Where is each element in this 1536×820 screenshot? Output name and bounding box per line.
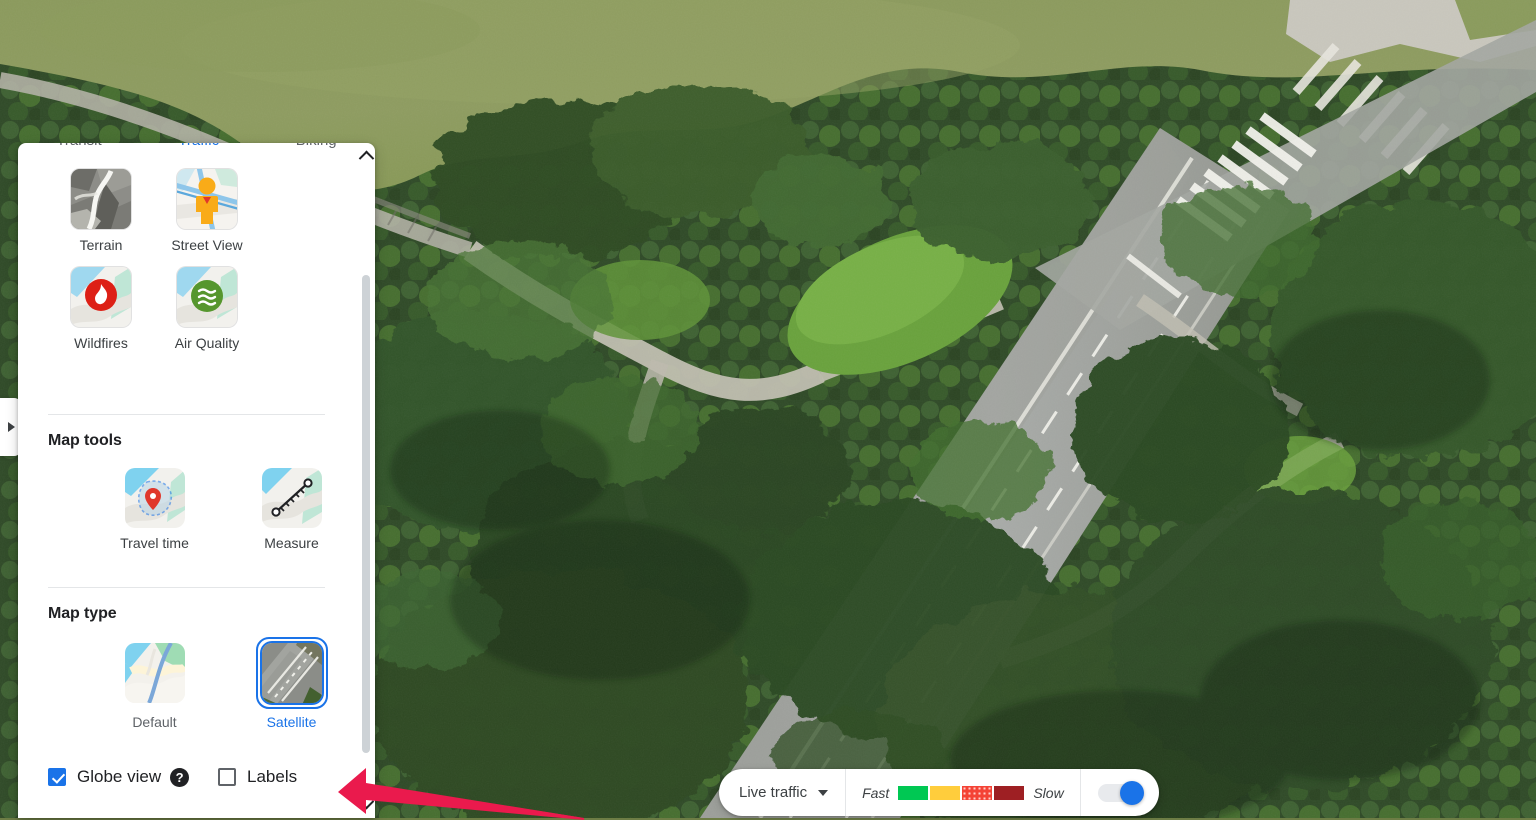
travel-time-icon [124,468,185,528]
air-quality-icon [176,266,238,328]
live-traffic-label: Live traffic [739,784,808,801]
traffic-speed-scale: Fast Slow [846,769,1080,816]
layer-item-air-quality[interactable]: Air Quality [154,266,260,352]
divider-map-type [48,587,325,588]
measure-icon [261,468,322,528]
swatch-moderate [930,785,961,800]
chevron-down-icon [358,793,374,809]
layer-item-wildfires[interactable]: Wildfires [48,266,154,352]
traffic-color-swatches [898,785,1025,800]
map-type-label-satellite: Satellite [266,714,317,730]
swatch-very-slow [994,785,1025,800]
scrollbar-thumb[interactable] [362,275,370,753]
default-map-icon [124,643,185,703]
layer-label-terrain: Terrain [79,237,123,253]
chevron-down-icon [818,789,829,796]
traffic-toggle[interactable] [1081,769,1159,816]
map-type-satellite[interactable]: Satellite [223,637,360,731]
map-tool-travel-time[interactable]: Travel time [86,468,223,552]
layer-item-terrain[interactable]: Terrain [48,168,154,254]
panel-scrollbar[interactable] [358,143,374,818]
help-icon[interactable]: ? [170,767,190,787]
section-title-map-tools: Map tools [48,432,122,449]
map-tool-measure[interactable]: Measure [223,468,360,552]
map-details-panel[interactable]: Transit Traffic Biking Terrain [18,143,375,818]
layer-item-street-view[interactable]: Street View [154,168,260,254]
scroll-down-button[interactable] [358,793,374,812]
street-view-icon [176,168,238,230]
traffic-legend-bar[interactable]: Live traffic Fast Slow [719,769,1159,816]
tab-traffic[interactable]: Traffic [178,143,219,150]
map-tools-grid: Travel time Measure [86,468,360,552]
map-tool-label-travel-time: Travel time [120,535,189,551]
divider-map-tools [48,414,325,415]
panel-tabs: Transit Traffic Biking [18,143,375,151]
option-labels[interactable]: Labels [218,767,297,787]
layers-grid: Terrain Street View Wildfires Air Qualit… [48,168,348,364]
live-traffic-selector[interactable]: Live traffic [719,769,845,816]
layer-label-wildfires: Wildfires [74,335,128,351]
tab-transit[interactable]: Transit [56,143,101,150]
satellite-map-icon [261,643,322,703]
option-globe-view[interactable]: Globe view ? [48,767,190,787]
tab-biking[interactable]: Biking [296,143,337,150]
fast-label: Fast [862,784,890,801]
map-type-grid: Default Satellite [86,637,360,731]
labels-label: Labels [247,767,298,786]
labels-checkbox[interactable] [218,768,236,786]
slow-label: Slow [1033,784,1064,801]
layer-label-street-view: Street View [171,237,243,253]
map-type-default[interactable]: Default [86,637,223,731]
wildfires-icon [70,266,132,328]
terrain-icon [70,168,132,230]
globe-view-label: Globe view [77,767,162,786]
scroll-up-button[interactable] [358,147,374,166]
toggle-track[interactable] [1097,780,1144,805]
swatch-fast [898,785,929,800]
globe-view-checkbox[interactable] [48,768,66,786]
swatch-slow [962,785,993,800]
section-title-map-type: Map type [48,605,117,622]
layer-label-air-quality: Air Quality [174,335,240,351]
expand-panel-arrow-icon [7,422,15,432]
chevron-up-icon [358,150,374,166]
toggle-knob [1119,780,1144,805]
map-tool-label-measure: Measure [264,535,319,551]
map-type-label-default: Default [132,714,177,730]
